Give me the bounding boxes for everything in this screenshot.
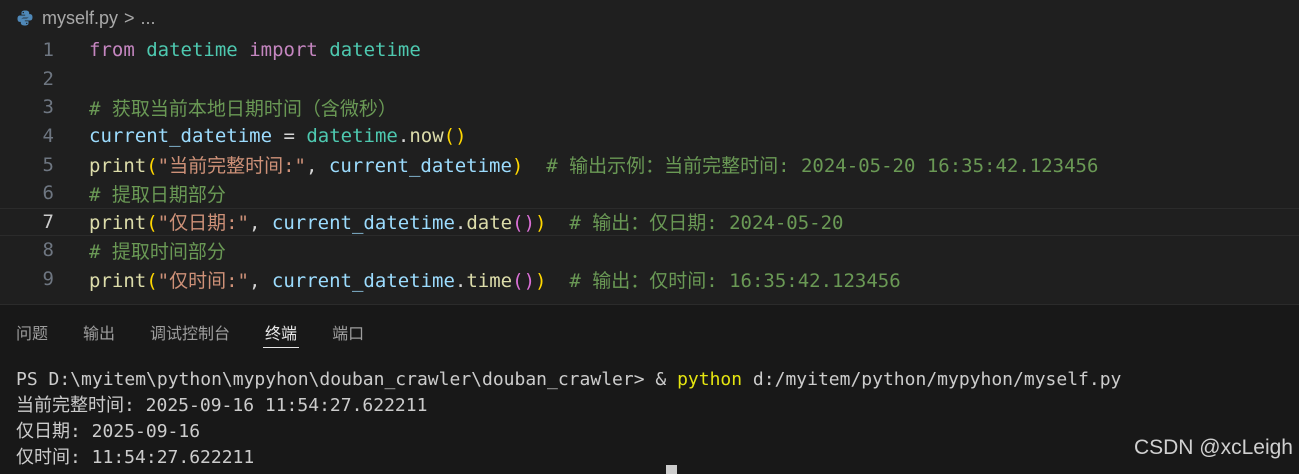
code-token: "仅时间:" [157,269,249,292]
code-token: datetime [329,39,421,62]
code-token: now [409,125,444,148]
line-number: 7 [42,210,54,233]
code-token: . [397,125,410,148]
line-number: 4 [42,125,54,148]
breadcrumb-file[interactable]: myself.py [42,8,118,29]
watermark: CSDN @xcLeigh [1133,436,1293,459]
panel-tab[interactable]: 调试控制台 [150,305,230,359]
code-token: = [272,125,307,148]
terminal[interactable]: PS D:\myitem\python\mypyhon\douban_crawl… [16,367,1121,471]
code-token: print [89,212,147,235]
code-token: . [454,212,467,235]
line-number: 9 [42,268,54,291]
code-text: # 获取当前本地日期时间（含微秒） [89,94,397,121]
python-icon [16,9,34,27]
code-line[interactable]: 3 # 获取当前本地日期时间（含微秒） [0,93,1299,122]
line-number: 2 [42,67,54,90]
code-token: current_datetime [89,125,273,148]
code-token: , [248,212,272,235]
code-text: print("仅时间:", current_datetime.time()) #… [89,266,901,293]
line-number: 8 [42,239,54,262]
code-token: # 提取时间部分 [89,240,226,263]
code-token: "仅日期:" [157,212,249,235]
code-token: ( [146,212,158,235]
line-number: 6 [42,182,54,205]
code-text: # 提取时间部分 [89,237,226,264]
code-line[interactable]: 9 print("仅时间:", current_datetime.time()) … [0,265,1299,294]
code-editor[interactable]: 1 from datetime import datetime 2 3 # 获取当前本地… [0,36,1299,304]
code-token: . [454,269,467,292]
code-token: # 获取当前本地日期时间（含微秒） [89,97,397,120]
terminal-command: python [677,369,743,390]
code-token: datetime [306,125,398,148]
code-text: # 提取日期部分 [89,180,226,207]
code-token: # 输出：仅日期: 2024-05-20 [546,212,844,235]
code-token: # 输出：仅时间: 16:35:42.123456 [546,269,901,292]
breadcrumb: myself.py > ... [0,0,1299,36]
bottom-panel: 问题 输出 调试控制台 终端 端口 PS D:\myitem\python\mypyho… [0,304,1299,474]
code-line[interactable]: 4 current_datetime = datetime.now() [0,122,1299,151]
panel-tab[interactable]: 终端 [263,305,300,359]
code-token: print [89,269,147,292]
code-text: print("当前完整时间:", current_datetime) # 输出示… [89,151,1098,178]
code-token: date [466,212,513,235]
terminal-output-line: 仅日期: 2025-09-16 [16,421,201,442]
line-number: 5 [42,153,54,176]
terminal-args: d:/myitem/python/mypyhon/myself.py [742,369,1122,390]
line-number: 3 [42,96,54,119]
panel-tab[interactable]: 端口 [332,305,364,359]
code-token: , [305,155,329,178]
terminal-command-line: PS D:\myitem\python\mypyhon\douban_crawl… [16,367,1121,393]
code-token: "当前完整时间:" [157,155,306,178]
code-line[interactable]: 5 print("当前完整时间:", current_datetime) # 输出… [0,150,1299,179]
chevron-right-icon: > [124,7,135,28]
code-token: from [89,39,135,62]
code-line[interactable]: 7 print("仅日期:", current_datetime.date()) … [0,207,1299,237]
code-token: current_datetime [271,212,455,235]
panel-tab[interactable]: 问题 [16,305,48,359]
code-token: # 提取日期部分 [89,183,226,206]
code-token: ( [146,155,158,178]
code-line[interactable]: 8 # 提取时间部分 [0,236,1299,265]
code-line[interactable]: 1 from datetime import datetime [0,36,1299,65]
code-line[interactable]: 2 [0,65,1299,94]
code-token: datetime [146,39,238,62]
code-token: current_datetime [271,269,455,292]
breadcrumb-more[interactable]: ... [141,8,156,29]
code-token: ) [511,155,524,178]
line-number: 1 [42,39,54,62]
panel-tab[interactable]: 输出 [83,305,115,359]
terminal-output-line: 当前完整时间: 2025-09-16 11:54:27.622211 [16,395,428,416]
code-token: () [512,269,536,292]
code-text: from datetime import datetime [89,39,421,61]
terminal-output-line: 仅时间: 11:54:27.622211 [16,447,255,468]
code-token: ) [535,212,547,235]
code-token: () [512,212,536,235]
code-token: import [249,39,318,62]
code-token: time [466,269,513,292]
terminal-prompt: PS D:\myitem\python\mypyhon\douban_crawl… [16,369,678,390]
code-token: ) [535,269,547,292]
code-text: current_datetime = datetime.now() [89,125,467,147]
code-line[interactable]: 6 # 提取日期部分 [0,179,1299,208]
code-token: # 输出示例：当前完整时间: 2024-05-20 16:35:42.12345… [523,155,1099,178]
code-token: ( [146,269,158,292]
code-token: current_datetime [328,155,512,178]
code-token: () [443,125,467,148]
code-token: print [89,155,147,178]
code-text: print("仅日期:", current_datetime.date()) #… [89,208,844,235]
panel-tabs: 问题 输出 调试控制台 终端 端口 [0,305,1299,359]
code-token: , [248,269,272,292]
